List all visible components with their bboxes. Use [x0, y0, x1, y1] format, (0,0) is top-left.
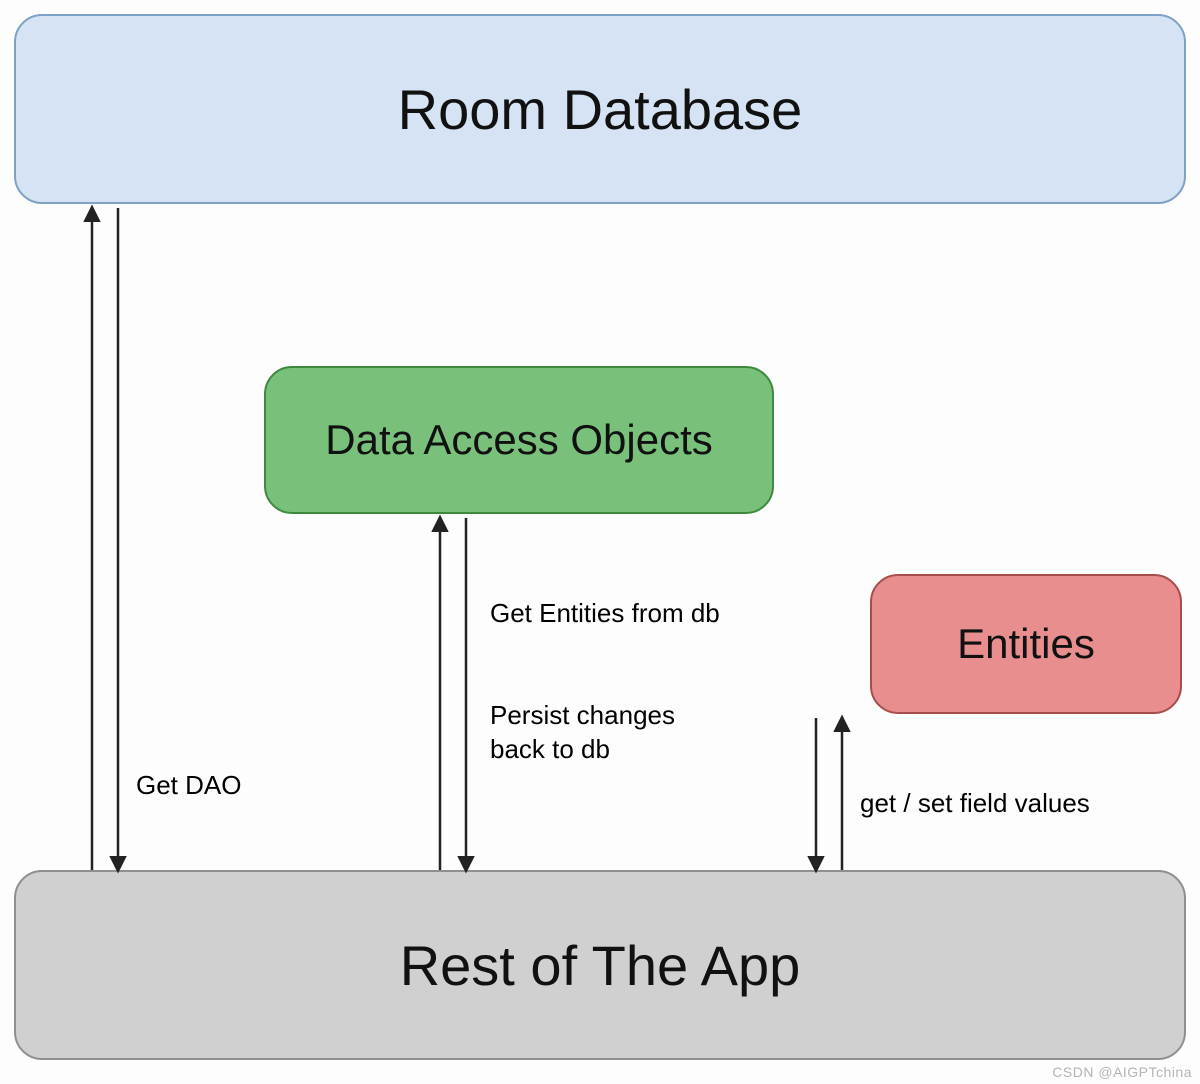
watermark-text: CSDN @AIGPTchina: [1052, 1064, 1192, 1080]
get-dao-label: Get DAO: [136, 770, 241, 801]
rest-of-app-label: Rest of The App: [400, 933, 801, 998]
get-entities-label: Get Entities from db: [490, 598, 720, 629]
entities-label: Entities: [957, 620, 1095, 668]
rest-of-app-box: Rest of The App: [14, 870, 1186, 1060]
persist-changes-label-line2: back to db: [490, 734, 610, 765]
dao-box: Data Access Objects: [264, 366, 774, 514]
room-database-label: Room Database: [398, 77, 803, 142]
entities-box: Entities: [870, 574, 1182, 714]
room-database-box: Room Database: [14, 14, 1186, 204]
dao-label: Data Access Objects: [325, 416, 713, 464]
persist-changes-label-line1: Persist changes: [490, 700, 675, 731]
get-set-values-label: get / set field values: [860, 788, 1090, 819]
